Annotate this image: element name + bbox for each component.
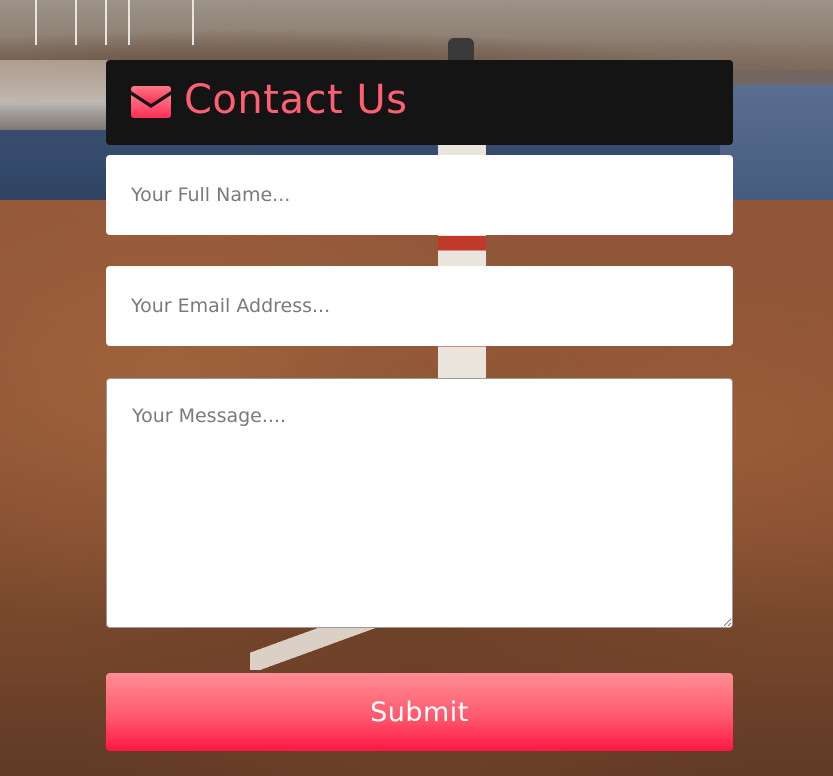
full-name-input[interactable] bbox=[106, 155, 733, 235]
background-wind-turbine bbox=[105, 0, 107, 45]
page-title: Contact Us bbox=[184, 77, 408, 123]
contact-header: Contact Us bbox=[106, 60, 733, 145]
background-scene: Contact Us Submit bbox=[0, 0, 833, 776]
submit-button[interactable]: Submit bbox=[106, 673, 733, 751]
background-coast-town bbox=[0, 60, 110, 130]
email-input[interactable] bbox=[106, 266, 733, 346]
envelope-icon bbox=[131, 86, 171, 118]
background-wind-turbine bbox=[128, 0, 130, 45]
background-wind-turbine bbox=[192, 0, 194, 45]
background-wind-turbine bbox=[35, 0, 37, 45]
background-wind-turbine bbox=[75, 0, 77, 45]
message-textarea[interactable] bbox=[106, 378, 733, 628]
